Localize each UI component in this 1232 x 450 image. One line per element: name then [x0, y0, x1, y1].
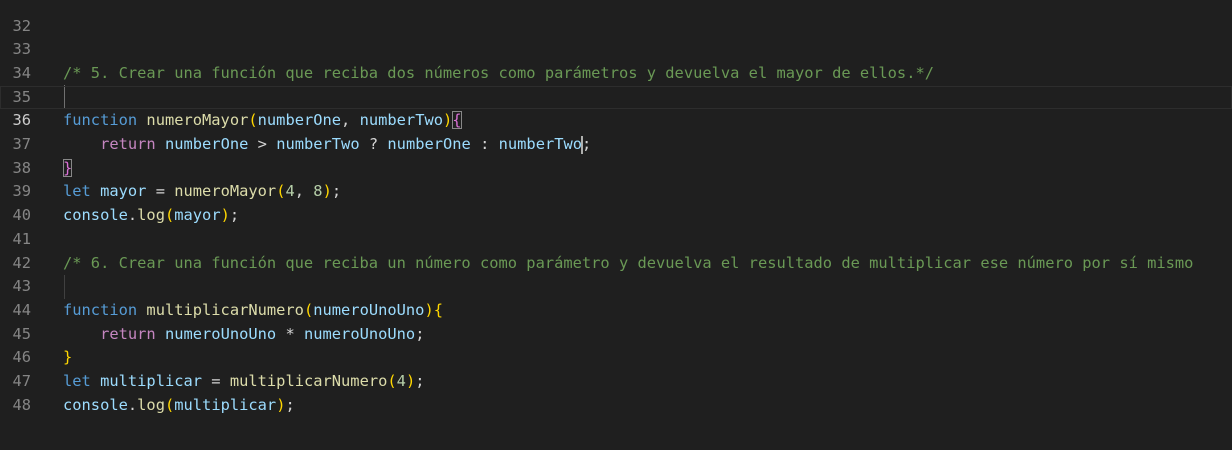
code-line[interactable]: 42: [0, 228, 1232, 272]
punctuation: .: [127, 395, 138, 414]
code-line[interactable]: 32: [0, 0, 1232, 35]
code-line-active[interactable]: 36 return numberOne > numberTwo ? number…: [0, 85, 1232, 154]
code-line[interactable]: 34: [0, 38, 1232, 82]
punctuation: ;: [285, 395, 295, 414]
code-line[interactable]: 46 let multiplicar = multiplicarNumero(4…: [0, 323, 1232, 390]
code-text: console.log(multiplicar);: [63, 394, 295, 418]
code-line[interactable]: 41 /* 6. Crear una función que reciba un…: [0, 204, 1232, 272]
function-name: log: [137, 395, 165, 414]
code-editor[interactable]: 32 33 /* 5. Crear una función que reciba…: [0, 0, 1232, 450]
bracket: (: [164, 395, 175, 414]
code-line[interactable]: 47 console.log(multiplicar);: [0, 346, 1232, 414]
code-line[interactable]: 48: [0, 370, 1232, 414]
code-line[interactable]: 43 function multiplicarNumero(numeroUnoU…: [0, 252, 1232, 319]
code-line[interactable]: 33 /* 5. Crear una función que reciba do…: [0, 15, 1232, 82]
code-line[interactable]: 44 return numeroUnoUno * numeroUnoUno;: [0, 275, 1232, 343]
identifier: console: [63, 395, 128, 414]
code-line[interactable]: 38 let mayor = numeroMayor(4, 8);: [0, 133, 1232, 201]
code-line[interactable]: 40: [0, 180, 1232, 224]
code-line[interactable]: 35 function numeroMayor(numberOne, numbe…: [0, 62, 1232, 130]
variable: multiplicar: [174, 395, 277, 414]
code-line[interactable]: 45 }: [0, 299, 1232, 367]
code-line[interactable]: 37 }: [0, 109, 1232, 177]
line-number: 48: [12, 395, 31, 414]
code-line[interactable]: 39 console.log(mayor);: [0, 157, 1232, 224]
